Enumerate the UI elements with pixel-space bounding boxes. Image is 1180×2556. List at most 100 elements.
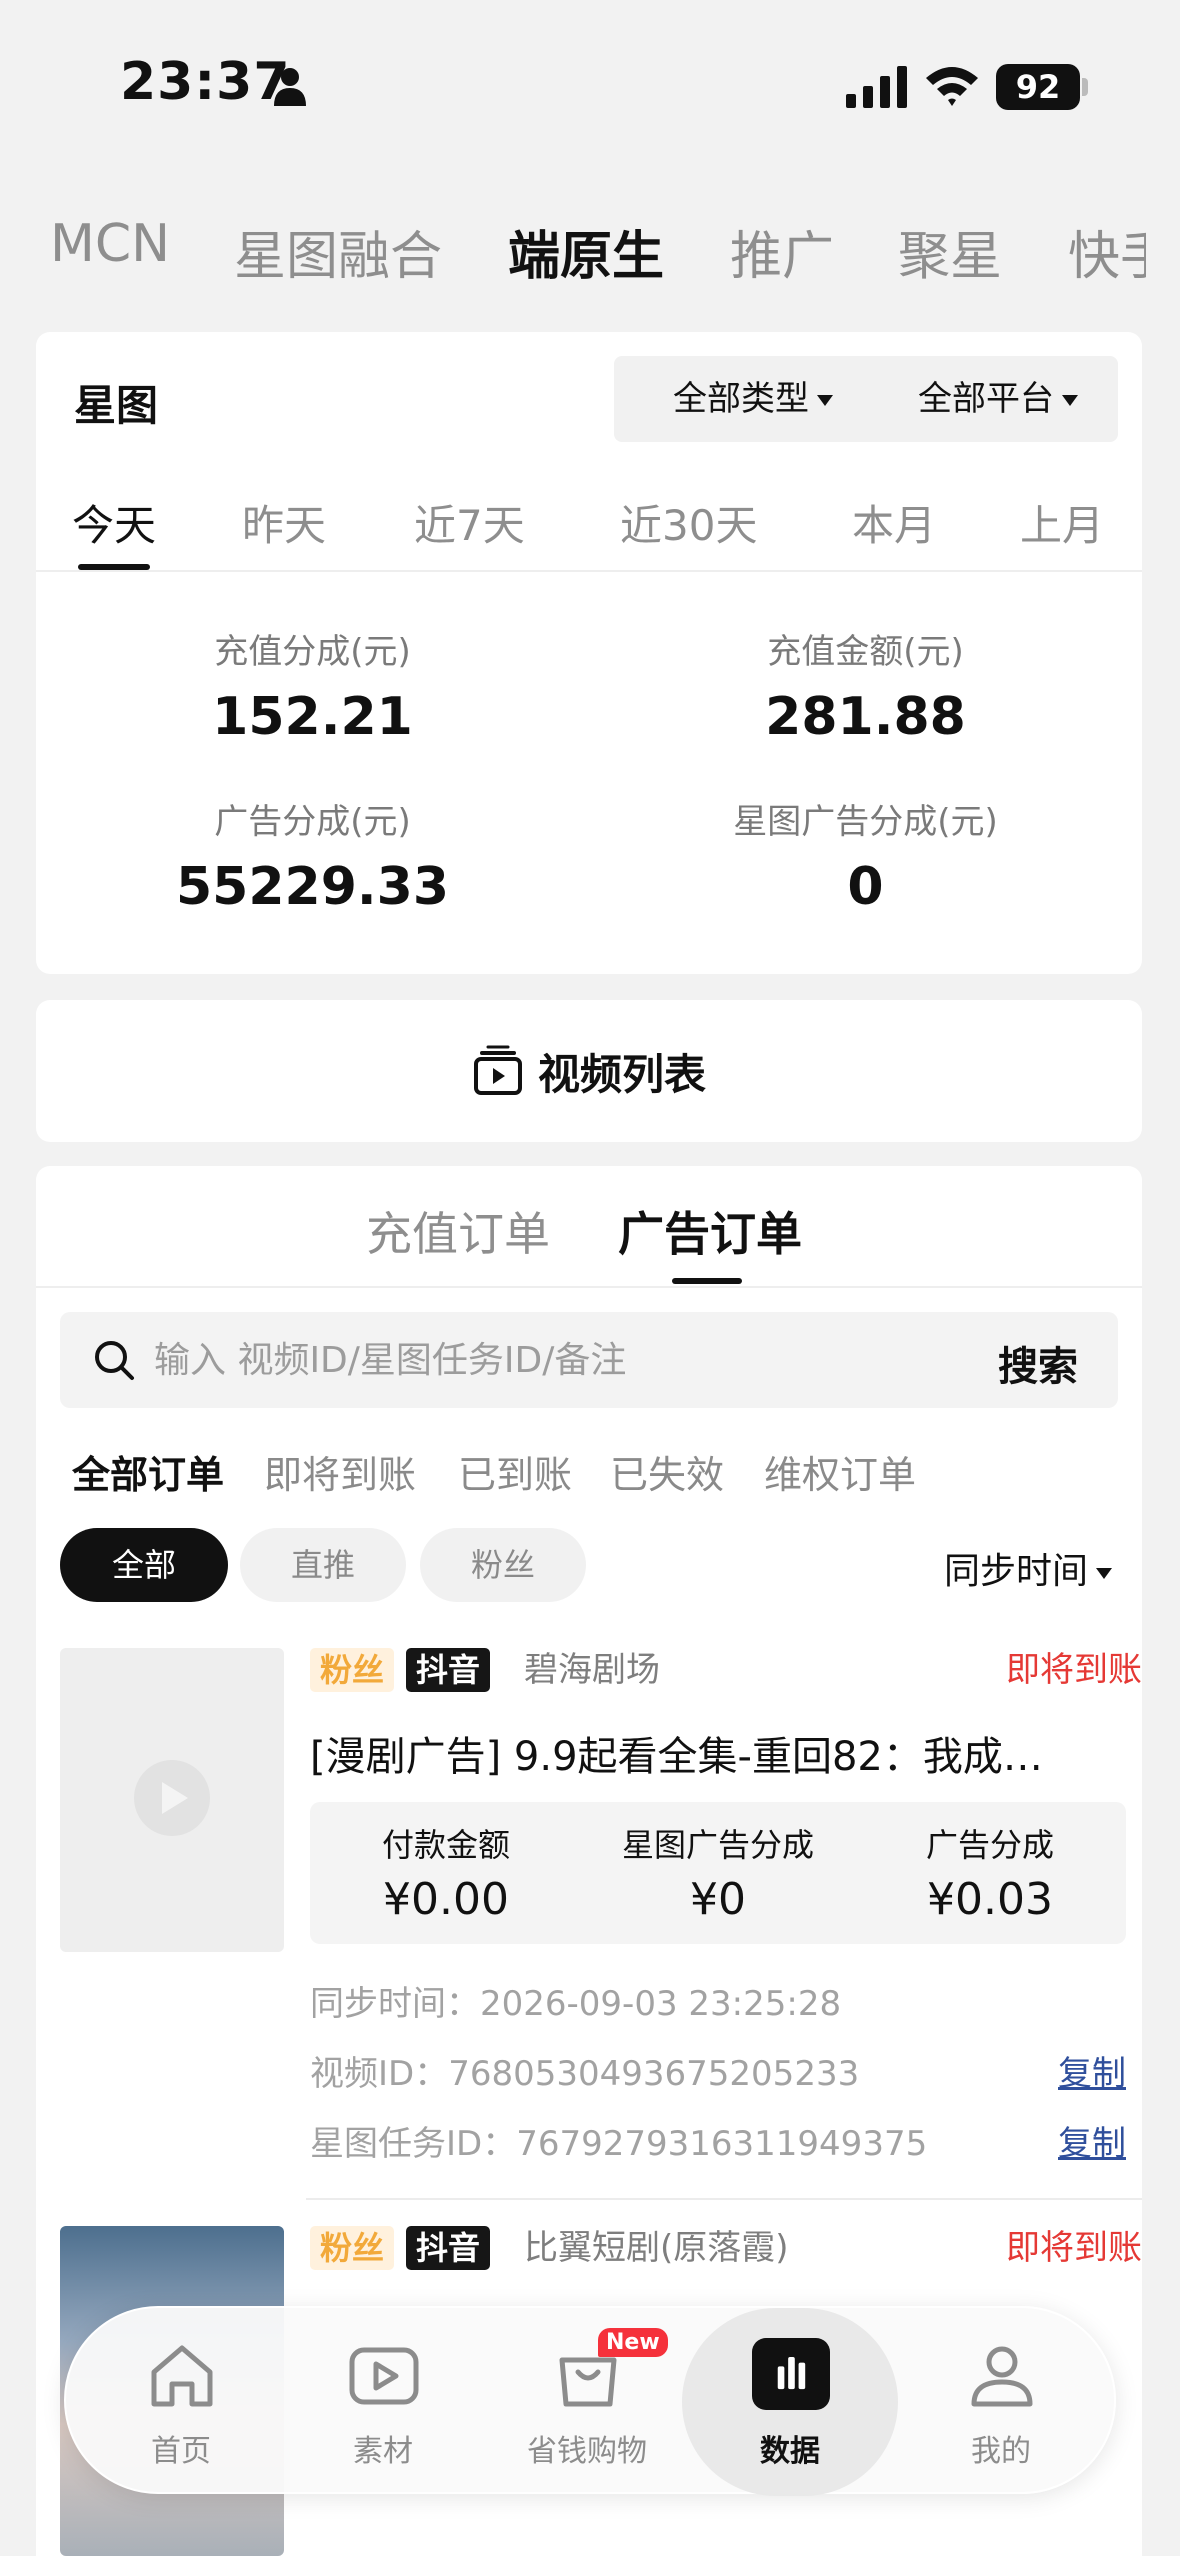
nav-label: 我的 [971, 2434, 1031, 2469]
bar-chart-icon [777, 2356, 806, 2390]
fans-tag: 粉丝 [310, 2226, 395, 2270]
video-list-icon [473, 1045, 522, 1095]
nav-materials[interactable]: 素材 [288, 2308, 478, 2496]
order-type-tabs: 充值订单 广告订单 [36, 1166, 1142, 1288]
copy-task-id-link[interactable]: 复制 [1058, 2116, 1126, 2165]
order-item[interactable]: 粉丝 抖音 碧海剧场 即将到账 [漫剧广告] 9.9起看全集-重回82：我成… … [60, 1648, 1142, 2208]
type-filter-label: 全部类型 [673, 379, 809, 419]
metric-value: 281.88 [765, 687, 966, 747]
chip-direct[interactable]: 直推 [240, 1528, 406, 1602]
amount-label: 付款金额 [381, 1826, 510, 1864]
metric-value: 0 [847, 857, 884, 917]
metric-label: 充值分成(元) [214, 632, 411, 672]
status-all-orders[interactable]: 全部订单 [72, 1444, 224, 1499]
platform-tag: 抖音 [406, 2226, 491, 2270]
search-bar: 搜索 [60, 1312, 1118, 1408]
search-input[interactable] [154, 1330, 914, 1390]
video-list-button[interactable]: 视频列表 [36, 1000, 1142, 1142]
sort-dropdown[interactable]: 同步时间 [944, 1542, 1112, 1594]
status-bar: 23:37 92 [0, 0, 1180, 170]
metric-xingtu-ad-share: 星图广告分成(元) 0 [589, 794, 1142, 917]
metric-label: 星图广告分成(元) [733, 802, 998, 842]
amount-panel: 付款金额 ¥0.00 星图广告分成 ¥0 广告分成 ¥0.03 [310, 1802, 1126, 1944]
video-id: 视频ID：7680530493675205233 [310, 2054, 860, 2094]
search-button[interactable]: 搜索 [998, 1334, 1078, 1392]
amount-value: ¥0 [690, 1874, 746, 1925]
metric-recharge-share: 充值分成(元) 152.21 [36, 624, 589, 747]
period-last-month[interactable]: 上月 [1020, 492, 1104, 553]
fans-tag: 粉丝 [310, 1648, 395, 1692]
order-title: [漫剧广告] 9.9起看全集-重回82：我成… [310, 1734, 1043, 1780]
sync-time: 同步时间：2026-09-03 23:25:28 [310, 1984, 842, 2024]
metric-label: 充值金额(元) [767, 632, 964, 672]
caret-down-icon [1062, 395, 1078, 406]
section-title: 星图 [74, 381, 159, 430]
period-7days[interactable]: 近7天 [414, 492, 525, 553]
metric-value: 152.21 [212, 687, 413, 747]
chip-fans[interactable]: 粉丝 [420, 1528, 586, 1602]
tab-xingtu-fusion[interactable]: 星图融合 [234, 214, 442, 289]
period-today[interactable]: 今天 [72, 492, 156, 553]
task-id: 星图任务ID：7679279316311949375 [310, 2124, 928, 2164]
tab-mcn[interactable]: MCN [50, 214, 170, 274]
source-name: 碧海剧场 [524, 1650, 660, 1690]
caret-down-icon [1096, 1567, 1112, 1579]
tab-recharge-orders[interactable]: 充值订单 [366, 1198, 550, 1264]
video-list-label: 视频列表 [537, 1049, 706, 1099]
video-thumbnail[interactable] [60, 1648, 284, 1952]
active-period-indicator [78, 564, 150, 570]
nav-home[interactable]: 首页 [86, 2308, 276, 2496]
status-pending[interactable]: 即将到账 [264, 1444, 416, 1499]
sort-label: 同步时间 [943, 1551, 1088, 1592]
tab-juxing[interactable]: 聚星 [898, 214, 1002, 289]
play-icon [349, 2347, 419, 2405]
tab-ad-orders[interactable]: 广告订单 [618, 1198, 802, 1264]
status-dispute[interactable]: 维权订单 [764, 1444, 916, 1499]
order-state: 即将到账 [1006, 2228, 1142, 2268]
metric-recharge-amount: 充值金额(元) 281.88 [589, 624, 1142, 747]
status-expired[interactable]: 已失效 [610, 1444, 724, 1499]
play-placeholder-icon [134, 1760, 210, 1836]
active-tab-indicator [672, 1278, 742, 1284]
platform-filter-dropdown[interactable]: 全部平台 [878, 356, 1118, 442]
nav-profile[interactable]: 我的 [906, 2308, 1096, 2496]
order-status-tabs: 全部订单 即将到账 已到账 已失效 维权订单 [36, 1436, 1142, 1506]
nav-label: 素材 [353, 2434, 413, 2469]
amount-label: 星图广告分成 [621, 1826, 814, 1864]
clock: 23:37 [120, 52, 291, 112]
battery-indicator: 92 [996, 64, 1080, 110]
status-received[interactable]: 已到账 [458, 1444, 572, 1499]
period-tabs: 今天 昨天 近7天 近30天 本月 上月 [36, 482, 1142, 572]
item-divider [306, 2198, 1142, 2200]
nav-label: 首页 [151, 2434, 211, 2469]
amount-xingtu-share: 星图广告分成 ¥0 [582, 1820, 854, 1925]
period-yesterday[interactable]: 昨天 [242, 492, 326, 553]
period-30days[interactable]: 近30天 [620, 492, 757, 553]
nav-data[interactable]: 数据 [682, 2308, 898, 2496]
cellular-signal-icon [846, 66, 907, 108]
metric-label: 广告分成(元) [214, 802, 411, 842]
stats-card: 星图 全部类型 全部平台 今天 昨天 近7天 近30天 本月 上月 充值分成(元… [36, 332, 1142, 974]
nav-shopping[interactable]: New 省钱购物 [492, 2308, 682, 2496]
source-name: 比翼短剧(原落霞) [524, 2228, 789, 2268]
period-this-month[interactable]: 本月 [852, 492, 936, 553]
chip-all[interactable]: 全部 [60, 1528, 228, 1602]
copy-video-id-link[interactable]: 复制 [1058, 2046, 1126, 2095]
caret-down-icon [817, 395, 833, 406]
metric-ad-share: 广告分成(元) 55229.33 [36, 794, 589, 917]
tab-native[interactable]: 端原生 [508, 214, 664, 289]
platform-tag: 抖音 [406, 1648, 491, 1692]
wifi-icon [926, 67, 978, 106]
person-icon [274, 68, 306, 106]
search-icon [95, 1341, 134, 1380]
tab-promotion[interactable]: 推广 [730, 214, 834, 289]
amount-value: ¥0.03 [927, 1874, 1053, 1925]
type-filter-dropdown[interactable]: 全部类型 [614, 356, 892, 442]
category-tabs: MCN 星图融合 端原生 推广 聚星 快手 [36, 200, 1146, 290]
new-badge: New [598, 2328, 668, 2357]
metric-value: 55229.33 [175, 857, 450, 917]
amount-value: ¥0.00 [383, 1874, 509, 1925]
tab-kuaishou[interactable]: 快手 [1068, 214, 1146, 289]
nav-label: 数据 [760, 2434, 820, 2469]
amount-payment: 付款金额 ¥0.00 [310, 1820, 582, 1925]
